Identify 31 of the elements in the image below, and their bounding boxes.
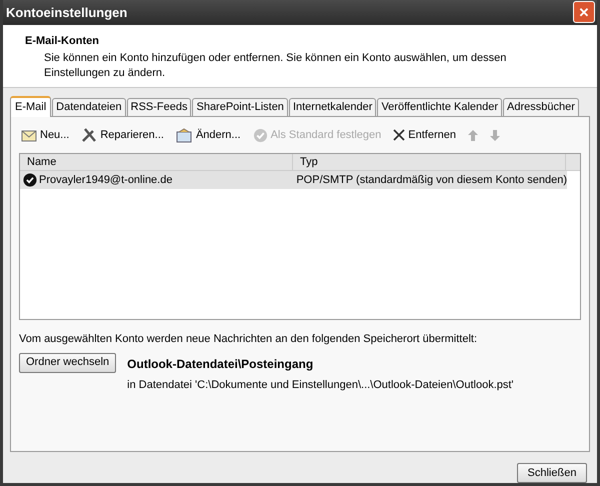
account-type: POP/SMTP (standardmäßig von diesem Konto senden) — [295, 172, 567, 188]
window-title: Kontoeinstellungen — [6, 4, 128, 22]
change-folder-button[interactable]: Ordner wechseln — [19, 352, 116, 372]
card-icon — [176, 128, 193, 142]
account-name: Provayler1949@t-online.de — [39, 172, 172, 188]
envelope-icon — [21, 128, 37, 142]
tab[interactable]: SharePoint-Listen — [192, 98, 288, 116]
folder-name: Outlook-Datendatei\Posteingang — [127, 356, 314, 372]
tab[interactable]: Datendateien — [52, 98, 126, 116]
close-icon — [393, 129, 406, 141]
tab[interactable]: RSS-Feeds — [126, 98, 192, 116]
tab[interactable]: Adressbücher — [503, 98, 579, 116]
tab[interactable]: Internetkalender — [288, 98, 376, 116]
tab[interactable]: Veröffentlichte Kalender — [377, 98, 502, 116]
close-button[interactable]: ✕ — [573, 1, 595, 24]
arrow-up-icon — [468, 130, 478, 140]
delivery-text: Vom ausgewählten Konto werden neue Nachrichten an den folgenden Speicherort übermittelt: — [19, 332, 478, 347]
tab[interactable]: E-Mail — [10, 96, 52, 117]
close-dialog-button[interactable]: Schließen — [517, 463, 587, 483]
column-header[interactable]: Typ — [293, 154, 566, 170]
column-header[interactable]: Name — [20, 154, 293, 170]
toolbar-button[interactable]: Entfernen — [393, 126, 456, 144]
toolbar-button[interactable]: Neu... — [21, 126, 70, 144]
section-title: E-Mail-Konten — [25, 34, 100, 48]
arrow-down-icon — [490, 130, 500, 140]
toolbar-button[interactable]: Reparieren... — [81, 126, 164, 144]
toolbar-button[interactable]: Ändern... — [176, 126, 241, 144]
file-path: in Datendatei 'C:\Dokumente und Einstellungen\...\Outlook-Dateien\Outlook.pst' — [127, 378, 514, 392]
account-row[interactable]: Provayler1949@t-online.de POP/SMTP (standardmäßig von diesem Konto senden) — [20, 171, 567, 189]
description-text: Sie können ein Konto hinzufügen oder entfernen. Sie können ein Konto auswählen, um dessen Einstellungen zu ändern. — [43, 51, 508, 81]
check-circle-icon — [252, 128, 268, 142]
